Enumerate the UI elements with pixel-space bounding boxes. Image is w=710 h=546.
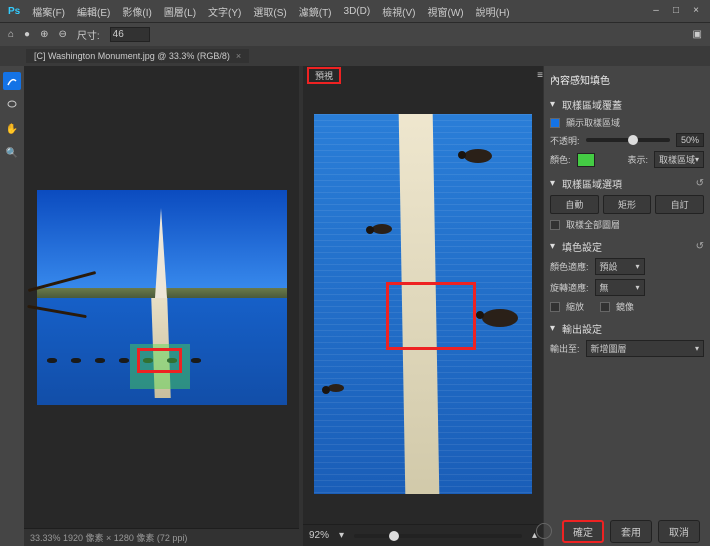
menu-window[interactable]: 視窗(W) xyxy=(428,4,464,19)
preview-canvas: 預視 ≡ 92% ▾ ▴ xyxy=(303,66,543,546)
source-canvas: 33.33% 1920 像素 × 1280 像素 (72 ppi) xyxy=(24,66,299,546)
mirror-label: 鏡像 xyxy=(616,300,634,313)
close-icon[interactable]: × xyxy=(690,5,702,17)
menu-view[interactable]: 檢視(V) xyxy=(382,4,415,19)
zoom-slider[interactable] xyxy=(354,534,522,538)
source-image-area[interactable] xyxy=(24,66,299,528)
source-highlight xyxy=(137,348,182,373)
document-tabs: [C] Washington Monument.jpg @ 33.3% (RGB… xyxy=(0,46,710,66)
home-icon[interactable]: ⌂ xyxy=(8,29,14,40)
output-label: 輸出至: xyxy=(550,342,580,355)
sample-all-layers-label: 取樣全部圖層 xyxy=(566,218,620,231)
settings-panel: 內容感知填色 ▾取樣區域覆蓋 顯示取樣區域 不透明: 50% 顏色: 表示: 取樣區域… xyxy=(544,66,710,546)
reset-all-icon[interactable] xyxy=(536,523,552,539)
minimize-icon[interactable]: – xyxy=(650,5,662,17)
menu-layer[interactable]: 圖層(L) xyxy=(164,4,196,19)
rotation-label: 旋轉適應: xyxy=(550,281,589,294)
panel-title: 內容感知填色 xyxy=(550,70,704,89)
sample-all-layers-checkbox[interactable] xyxy=(550,220,560,230)
menu-select[interactable]: 選取(S) xyxy=(253,4,286,19)
rotation-select[interactable]: 無▾ xyxy=(595,279,645,296)
menu-file[interactable]: 檔案(F) xyxy=(32,4,65,19)
section-sampling-overlay[interactable]: ▾取樣區域覆蓋 xyxy=(550,97,704,112)
hand-tool-icon[interactable]: ✋ xyxy=(3,120,21,138)
menu-type[interactable]: 文字(Y) xyxy=(208,4,241,19)
menu-image[interactable]: 影像(I) xyxy=(122,4,151,19)
ps-icon: Ps xyxy=(8,6,20,17)
tab-close-icon[interactable]: × xyxy=(236,51,241,61)
preview-menu-icon[interactable]: ≡ xyxy=(537,70,543,81)
menu-filter[interactable]: 濾鏡(T) xyxy=(299,4,332,19)
size-input[interactable] xyxy=(110,27,150,42)
mirror-checkbox[interactable] xyxy=(600,302,610,312)
status-bar: 33.33% 1920 像素 × 1280 像素 (72 ppi) xyxy=(24,528,299,546)
output-select[interactable]: 新增圖層▾ xyxy=(586,340,704,357)
zoom-value[interactable]: 92% xyxy=(309,530,329,541)
tab-title: [C] Washington Monument.jpg @ 33.3% (RGB… xyxy=(34,51,230,61)
section-sampling-options[interactable]: ▾取樣區域選項↺ xyxy=(550,176,704,191)
zoom-tool-icon[interactable]: 🔍 xyxy=(3,144,21,162)
color-adapt-select[interactable]: 預設▾ xyxy=(595,258,645,275)
preview-image-area[interactable] xyxy=(303,84,543,524)
sampling-rect-button[interactable]: 矩形 xyxy=(603,195,652,214)
menu-help[interactable]: 說明(H) xyxy=(476,4,510,19)
color-adapt-label: 顏色適應: xyxy=(550,260,589,273)
cancel-button[interactable]: 取消 xyxy=(658,520,700,543)
opacity-value[interactable]: 50% xyxy=(676,133,704,147)
section-output-settings[interactable]: ▾輸出設定 xyxy=(550,321,704,336)
lasso-tool-icon[interactable] xyxy=(3,96,21,114)
indicates-select[interactable]: 取樣區域▾ xyxy=(654,151,704,168)
add-icon[interactable]: ⊕ xyxy=(40,29,48,40)
overlay-color-swatch[interactable] xyxy=(577,153,595,167)
scale-label: 縮放 xyxy=(566,300,584,313)
opacity-label: 不透明: xyxy=(550,134,580,147)
zoom-out-icon[interactable]: ▾ xyxy=(339,530,344,541)
brush-icon[interactable]: ● xyxy=(24,29,30,40)
menu-bar: Ps 檔案(F) 編輯(E) 影像(I) 圖層(L) 文字(Y) 選取(S) 濾… xyxy=(0,0,710,22)
sampling-auto-button[interactable]: 自動 xyxy=(550,195,599,214)
show-sampling-label: 顯示取樣區域 xyxy=(566,116,620,129)
tool-palette: ✋ 🔍 xyxy=(0,66,24,546)
maximize-icon[interactable]: □ xyxy=(670,5,682,17)
menu-edit[interactable]: 編輯(E) xyxy=(77,4,110,19)
ok-button[interactable]: 確定 xyxy=(562,520,604,543)
menu-3d[interactable]: 3D(D) xyxy=(344,6,371,17)
preview-highlight xyxy=(386,282,476,350)
brush-tool-icon[interactable] xyxy=(3,72,21,90)
preview-label: 預視 xyxy=(307,67,341,84)
color-label: 顏色: xyxy=(550,153,571,166)
subtract-icon[interactable]: ⊖ xyxy=(58,29,66,40)
sampling-custom-button[interactable]: 自訂 xyxy=(655,195,704,214)
indicates-label: 表示: xyxy=(627,153,648,166)
apply-button[interactable]: 套用 xyxy=(610,520,652,543)
section-fill-settings[interactable]: ▾填色設定↺ xyxy=(550,239,704,254)
size-label: 尺寸: xyxy=(77,27,100,42)
reset-fill-icon[interactable]: ↺ xyxy=(696,241,704,252)
reset-sampling-icon[interactable]: ↺ xyxy=(696,178,704,189)
options-bar: ⌂ ● ⊕ ⊖ 尺寸: ▣ xyxy=(0,22,710,46)
show-sampling-checkbox[interactable] xyxy=(550,118,560,128)
opacity-slider[interactable] xyxy=(586,138,670,142)
cloud-icon[interactable]: ▣ xyxy=(693,29,702,40)
scale-checkbox[interactable] xyxy=(550,302,560,312)
document-tab[interactable]: [C] Washington Monument.jpg @ 33.3% (RGB… xyxy=(26,49,249,63)
